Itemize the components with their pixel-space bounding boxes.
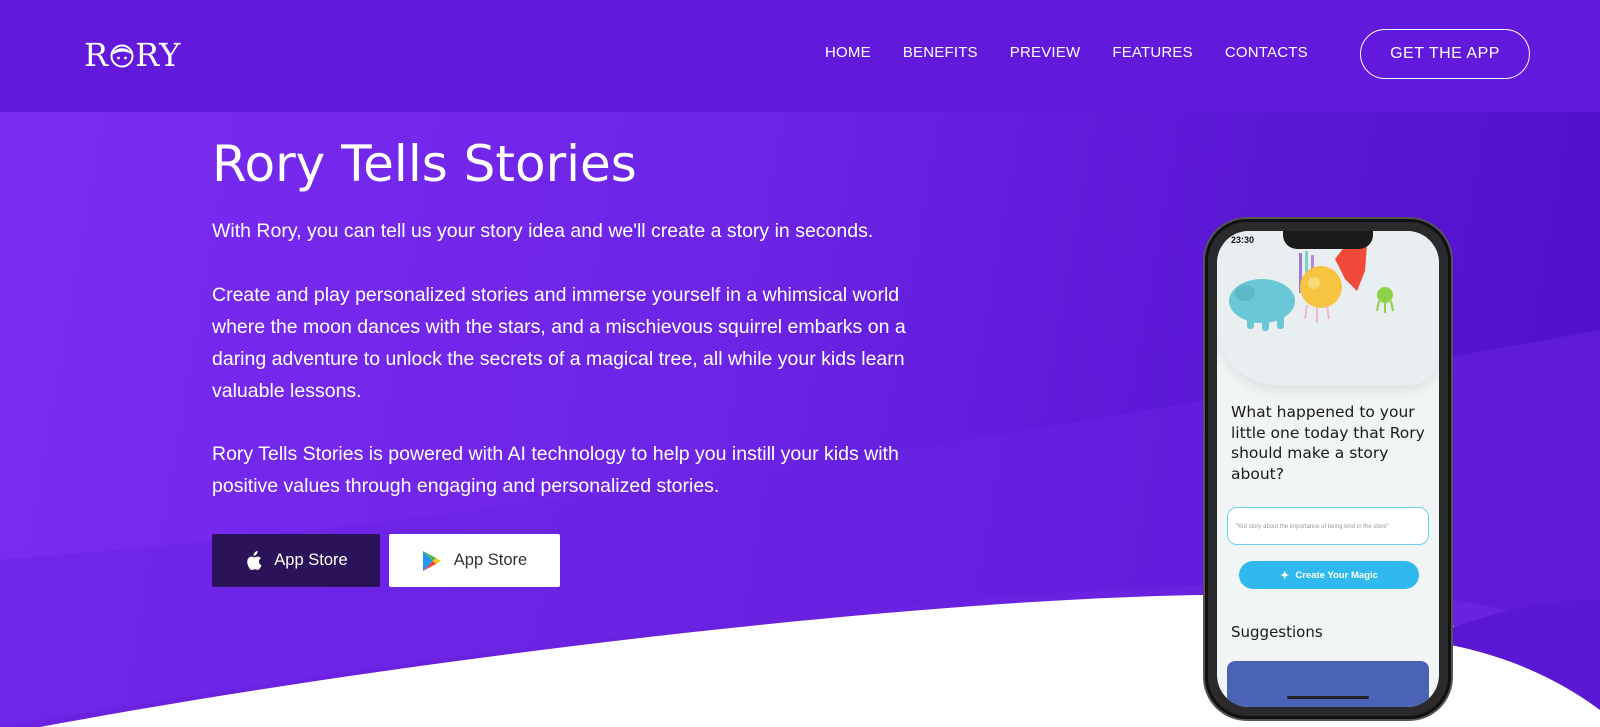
logo-letters-ry: RY [135, 36, 182, 74]
apple-app-store-button[interactable]: App Store [212, 534, 380, 587]
phone-screen: 23:30 What happened to your little one t… [1217, 231, 1439, 707]
phone-mockup: 23:30 What happened to your little one t… [1205, 219, 1451, 719]
sparkle-icon: ✦ [1280, 569, 1290, 582]
google-button-label: App Store [453, 551, 528, 569]
hero-description-text: Create and play personalized stories and… [212, 284, 906, 402]
create-magic-button[interactable]: ✦ Create Your Magic [1239, 561, 1419, 589]
illustration-card [1217, 231, 1439, 385]
hero-ai-text: Rory Tells Stories is powered with AI te… [212, 443, 899, 497]
apple-button-label: App Store [274, 551, 348, 569]
home-indicator [1287, 696, 1369, 699]
suggestions-heading: Suggestions [1231, 623, 1323, 641]
nav-features[interactable]: FEATURES [1112, 44, 1193, 61]
apple-icon [247, 550, 262, 570]
get-the-app-button[interactable]: GET THE APP [1360, 29, 1530, 79]
creatures-illustration [1229, 241, 1394, 331]
rory-logo[interactable]: R RY [84, 36, 181, 74]
hero-title: Rory Tells Stories [212, 135, 637, 193]
phone-notch [1283, 231, 1373, 249]
nav-home[interactable]: HOME [825, 44, 871, 61]
nav-benefits[interactable]: BENEFITS [903, 44, 978, 61]
google-play-store-button[interactable]: App Store [389, 534, 560, 587]
face-logo-icon [110, 44, 134, 68]
story-prompt-input[interactable]: "Kid story about the importance of being… [1227, 507, 1429, 545]
logo-letter-r: R [84, 36, 110, 74]
hero-intro-text: With Rory, you can tell us your story id… [212, 220, 874, 242]
story-question: What happened to your little one today t… [1231, 403, 1425, 483]
suggestion-card[interactable] [1227, 661, 1429, 707]
nav-contacts[interactable]: CONTACTS [1225, 44, 1308, 61]
create-magic-label: Create Your Magic [1295, 569, 1378, 581]
status-time: 23:30 [1231, 235, 1255, 245]
google-play-icon [422, 550, 441, 571]
main-nav: HOME BENEFITS PREVIEW FEATURES CONTACTS [825, 44, 1340, 61]
site-header: R RY HOME BENEFITS PREVIEW FEATURES CONT… [0, 0, 1600, 112]
nav-preview[interactable]: PREVIEW [1010, 44, 1081, 61]
